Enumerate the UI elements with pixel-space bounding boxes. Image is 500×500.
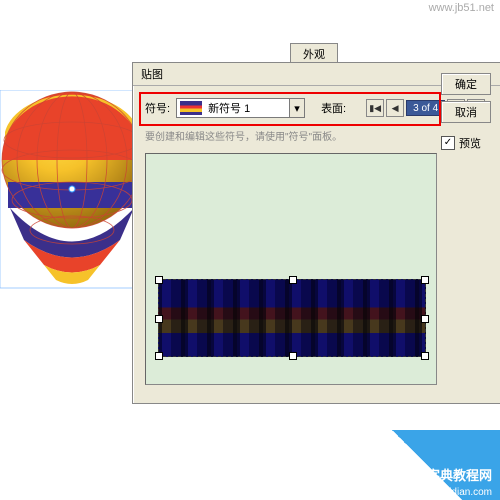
first-page-button[interactable]: ▮◀ xyxy=(366,99,384,117)
page-indicator: 3 of 4 xyxy=(406,100,445,116)
map-art-dialog: 贴图 符号: ▾ 表面: ▮◀ ◀ 3 of 4 ▶ ▶▮ 要创建和 xyxy=(132,62,500,404)
preview-checkbox[interactable]: ✓ xyxy=(441,136,455,150)
chevron-down-icon[interactable]: ▾ xyxy=(289,99,304,117)
watermark-url: jiaocheng.chazidian.com xyxy=(382,487,492,498)
symbol-label: 符号: xyxy=(145,100,170,116)
tab-strip: 外观 xyxy=(130,44,500,64)
source-url: www.jb51.net xyxy=(429,2,494,14)
balloon-3d-object[interactable] xyxy=(0,90,145,290)
symbol-name-input[interactable] xyxy=(205,100,289,116)
symbol-dropdown[interactable]: ▾ xyxy=(176,98,305,118)
preview-label: 预览 xyxy=(459,135,481,151)
watermark-banner: 查字典教程网 jiaocheng.chazidian.com xyxy=(300,430,500,500)
prev-page-button[interactable]: ◀ xyxy=(386,99,404,117)
ok-button[interactable]: 确定 xyxy=(441,73,491,95)
cancel-button[interactable]: 取消 xyxy=(441,101,491,123)
hint-text: 要创建和编辑这些符号，请使用"符号"面板。 xyxy=(145,128,489,143)
symbol-swatch-icon xyxy=(180,101,202,115)
surface-label: 表面: xyxy=(321,100,346,116)
mapped-symbol-art[interactable] xyxy=(158,279,426,357)
symbol-preview[interactable] xyxy=(145,153,437,385)
tab-appearance[interactable]: 外观 xyxy=(290,43,338,64)
watermark-title: 查字典教程网 xyxy=(414,468,492,484)
